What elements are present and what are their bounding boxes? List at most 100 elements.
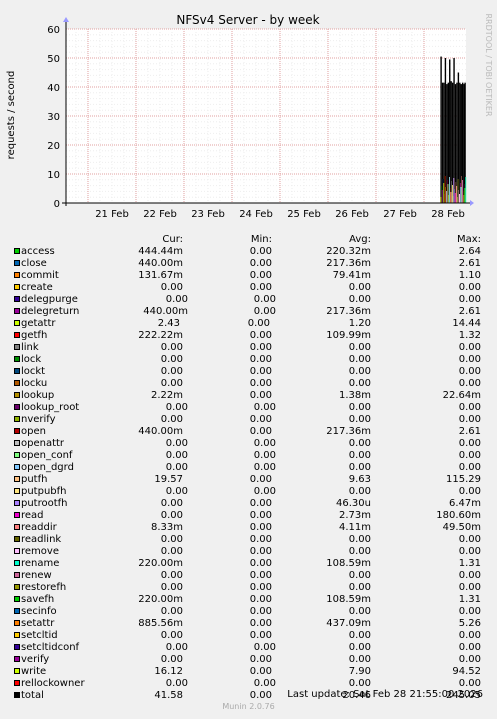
legend-max-value: 1.31: [458, 594, 481, 605]
legend-avg-value: 0.00: [348, 582, 371, 593]
legend-series-name: lookup: [21, 390, 55, 401]
legend-min-value: 0.00: [249, 474, 272, 485]
legend-avg-value: 109.99m: [326, 330, 371, 341]
legend-max-value: 0.00: [458, 378, 481, 389]
legend-min-value: 0.00: [253, 486, 276, 497]
legend-min-value: 0.00: [249, 282, 272, 293]
legend-swatch: [14, 692, 20, 698]
legend-max-value: 0.00: [458, 486, 481, 497]
legend-max-value: 2.64: [458, 246, 481, 257]
legend-cur-value: 885.56m: [138, 618, 183, 629]
legend-swatch: [14, 296, 20, 302]
legend-max-value: 0.00: [458, 294, 481, 305]
legend-min-value: 0.00: [249, 342, 272, 353]
legend-swatch: [14, 668, 20, 674]
legend-min-value: 0.00: [249, 666, 272, 677]
legend-swatch: [14, 488, 20, 494]
legend-row: renew 0.00 0.00 0.00 0.00: [0, 570, 497, 582]
legend-min-value: 0.00: [249, 582, 272, 593]
legend-swatch: [14, 416, 20, 422]
legend-row: open 440.00m 0.00 217.36m 2.61: [0, 426, 497, 438]
legend-avg-value: 217.36m: [326, 258, 371, 269]
legend-cur-value: 0.00: [165, 486, 188, 497]
x-tick-label: 25 Feb: [287, 209, 321, 220]
legend-avg-value: 437.09m: [326, 618, 371, 629]
legend-header-cur: Cur:: [162, 234, 183, 245]
y-tick-label: 20: [47, 141, 60, 152]
legend-avg-value: 0.00: [348, 570, 371, 581]
legend-swatch: [14, 656, 20, 662]
y-axis-label: requests / second: [6, 71, 17, 160]
x-tick-label: 24 Feb: [239, 209, 273, 220]
legend-swatch: [14, 248, 20, 254]
legend-avg-value: 4.11m: [338, 522, 371, 533]
legend-series-name: delegreturn: [21, 306, 80, 317]
legend-avg-value: 0.00: [348, 402, 371, 413]
munin-version: Munin 2.0.76: [222, 702, 275, 711]
legend-cur-value: 440.00m: [143, 306, 188, 317]
legend-swatch: [14, 572, 20, 578]
legend-min-value: 0.00: [249, 354, 272, 365]
legend-rows: access 444.44m 0.00 220.32m 2.64 close 440.00m…: [0, 246, 497, 702]
legend-series-name: setcltid: [21, 630, 58, 641]
x-tick-label: 28 Feb: [431, 209, 465, 220]
legend-max-value: 0.00: [458, 366, 481, 377]
legend-cur-value: 0.00: [160, 570, 183, 581]
legend-avg-value: 0.00: [348, 462, 371, 473]
legend-cur-value: 0.00: [165, 462, 188, 473]
legend-cur-value: 2.22m: [150, 390, 183, 401]
legend-min-value: 0.00: [253, 678, 276, 689]
legend-series-name: getattr: [21, 318, 56, 329]
legend-avg-value: 7.90: [348, 666, 371, 677]
legend-avg-value: 0.00: [348, 486, 371, 497]
y-tick-label: 60: [47, 25, 60, 36]
legend-cur-value: 220.00m: [138, 558, 183, 569]
legend-swatch: [14, 548, 20, 554]
legend-max-value: 1.31: [458, 558, 481, 569]
legend-min-value: 0.00: [247, 318, 270, 329]
legend-min-value: 0.00: [249, 510, 272, 521]
legend-swatch: [14, 596, 20, 602]
legend-swatch: [14, 368, 20, 374]
legend-max-value: 6.47m: [448, 498, 481, 509]
x-tick-labels: 21 Feb 22 Feb 23 Feb 24 Feb 25 Feb 26 Feb 27 F…: [95, 209, 465, 220]
legend-cur-value: 0.00: [160, 354, 183, 365]
legend-swatch: [14, 608, 20, 614]
legend-cur-value: 440.00m: [138, 258, 183, 269]
legend-row: putpubfh 0.00 0.00 0.00 0.00: [0, 486, 497, 498]
y-tick-label: 50: [47, 54, 60, 65]
legend-row: readdir 8.33m 0.00 4.11m 49.50m: [0, 522, 497, 534]
legend-row: open_dgrd 0.00 0.00 0.00 0.00: [0, 462, 497, 474]
legend-series-name: write: [21, 666, 47, 677]
legend-max-value: 0.00: [458, 462, 481, 473]
legend-series-name: lock: [21, 354, 42, 365]
legend-swatch: [14, 344, 20, 350]
legend-min-value: 0.00: [249, 522, 272, 533]
legend-swatch: [14, 272, 20, 278]
legend-cur-value: 0.00: [165, 678, 188, 689]
legend-header: Cur: Min: Avg: Max:: [0, 234, 497, 246]
legend-avg-value: 0.00: [348, 366, 371, 377]
legend-swatch: [14, 524, 20, 530]
legend-series-name: restorefh: [21, 582, 67, 593]
legend-max-value: 0.00: [458, 570, 481, 581]
legend-row: openattr 0.00 0.00 0.00 0.00: [0, 438, 497, 450]
legend-cur-value: 220.00m: [138, 594, 183, 605]
legend-swatch: [14, 536, 20, 542]
legend-cur-value: 222.22m: [138, 330, 183, 341]
legend-cur-value: 0.00: [160, 582, 183, 593]
legend-series-name: access: [21, 246, 55, 257]
legend-max-value: 22.64m: [442, 390, 481, 401]
legend-max-value: 2.61: [458, 426, 481, 437]
legend-cur-value: 41.58: [154, 690, 183, 701]
legend-series-name: nverify: [21, 414, 56, 425]
legend-min-value: 0.00: [249, 498, 272, 509]
legend-swatch: [14, 476, 20, 482]
legend-swatch: [14, 464, 20, 470]
legend-series-name: verify: [21, 654, 50, 665]
legend-series-name: total: [21, 690, 44, 701]
legend-avg-value: 79.41m: [332, 270, 371, 281]
legend-swatch: [14, 512, 20, 518]
legend-max-value: 1.32: [458, 330, 481, 341]
legend-swatch: [14, 500, 20, 506]
